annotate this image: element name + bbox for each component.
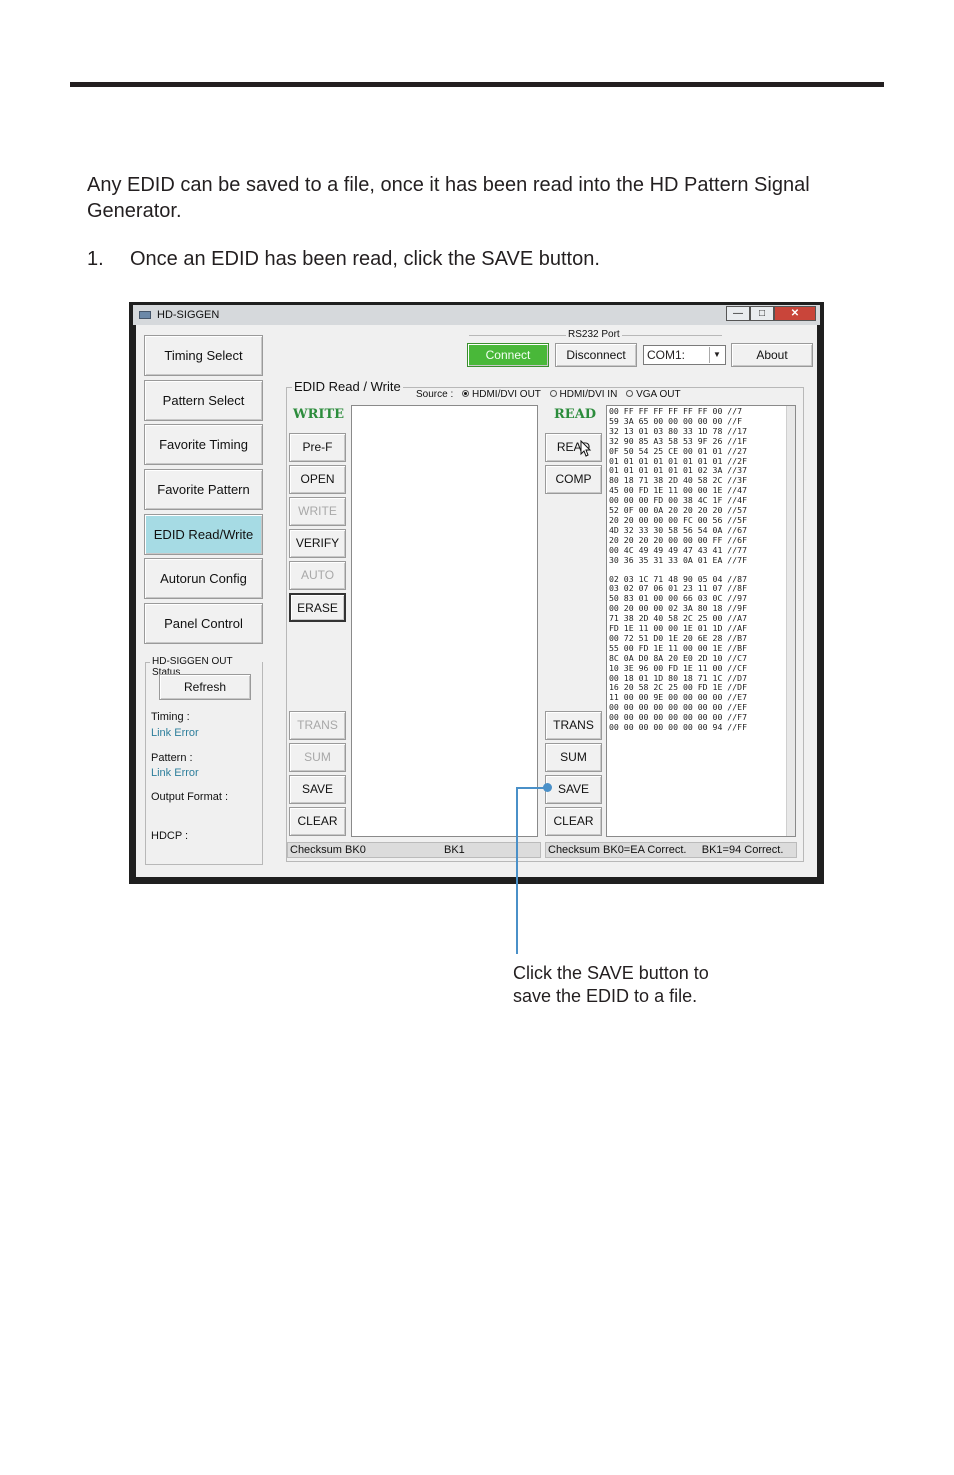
step-1: 1. Once an EDID has been read, click the … xyxy=(87,246,600,272)
step-text: Once an EDID has been read, click the SA… xyxy=(130,248,600,270)
step-number: 1. xyxy=(87,248,104,270)
connect-button[interactable]: Connect xyxy=(467,343,549,367)
source-option-vga-out[interactable]: VGA OUT xyxy=(636,389,680,400)
read-checksum-strip: Checksum BK0=EA Correct. BK1=94 Correct. xyxy=(545,842,797,858)
output-format-label: Output Format : xyxy=(151,791,229,803)
timing-label: Timing : xyxy=(151,711,190,723)
auto-button[interactable]: AUTO xyxy=(289,561,346,590)
nav-timing-select[interactable]: Timing Select xyxy=(144,335,263,376)
read-clear-button[interactable]: CLEAR xyxy=(545,807,602,836)
about-button[interactable]: About xyxy=(731,343,813,367)
close-button[interactable]: ✕ xyxy=(774,306,816,321)
open-button[interactable]: OPEN xyxy=(289,465,346,494)
mouse-cursor-icon xyxy=(580,440,592,457)
nav-favorite-pattern[interactable]: Favorite Pattern xyxy=(144,469,263,510)
read-heading: READ xyxy=(554,407,597,422)
nav-panel-control[interactable]: Panel Control xyxy=(144,603,263,644)
refresh-button[interactable]: Refresh xyxy=(159,674,251,700)
write-checksum-strip: Checksum BK0 BK1 xyxy=(287,842,541,858)
com-port-select[interactable]: COM1: ▼ xyxy=(643,345,726,365)
nav-autorun-config[interactable]: Autorun Config xyxy=(144,558,263,599)
read-save-button[interactable]: SAVE xyxy=(545,775,602,804)
callout-line-vertical xyxy=(516,787,518,954)
nav-pattern-select[interactable]: Pattern Select xyxy=(144,380,263,421)
hex-line: 30 36 35 31 33 0A 01 EA //7F xyxy=(609,554,748,565)
rs232-title: RS232 Port xyxy=(566,329,622,340)
write-button[interactable]: WRITE xyxy=(289,497,346,526)
nav-edid-read-write[interactable]: EDID Read/Write xyxy=(144,514,263,555)
hex-block-0: 00 FF FF FF FF FF FF 00 //7 59 3A 65 00 0… xyxy=(609,406,795,566)
maximize-button[interactable]: □ xyxy=(750,306,774,321)
window-title: HD-SIGGEN xyxy=(157,309,220,321)
comp-button[interactable]: COMP xyxy=(545,465,602,494)
write-edid-editor[interactable] xyxy=(351,405,538,837)
write-checksum-bk0: Checksum BK0 xyxy=(290,844,366,856)
callout-text: Click the SAVE button to save the EDID t… xyxy=(513,963,709,1006)
read-trans-button[interactable]: TRANS xyxy=(545,711,602,740)
write-trans-button[interactable]: TRANS xyxy=(289,711,346,740)
disconnect-button[interactable]: Disconnect xyxy=(555,343,637,367)
read-checksum-text: Checksum BK0=EA Correct. BK1=94 Correct. xyxy=(548,844,784,856)
hex-block-1: 02 03 1C 71 48 90 05 04 //87 03 02 07 06 … xyxy=(609,574,795,734)
source-option-hdmi-in[interactable]: HDMI/DVI IN xyxy=(560,389,618,400)
source-label: Source : xyxy=(416,389,454,400)
erase-button[interactable]: ERASE xyxy=(289,593,346,622)
pre-f-button[interactable]: Pre-F xyxy=(289,433,346,462)
pattern-label: Pattern : xyxy=(151,752,193,764)
write-heading: WRITE xyxy=(293,407,345,422)
write-clear-button[interactable]: CLEAR xyxy=(289,807,346,836)
read-edid-hex-view[interactable]: 00 FF FF FF FF FF FF 00 //7 59 3A 65 00 0… xyxy=(606,405,796,837)
intro-paragraph: Any EDID can be saved to a file, once it… xyxy=(87,174,810,222)
nav-favorite-timing[interactable]: Favorite Timing xyxy=(144,424,263,465)
status-group: HD-SIGGEN OUT Status Refresh Timing : Li… xyxy=(145,656,263,865)
source-radio-hdmi-in[interactable] xyxy=(549,389,557,397)
window-client-area: Timing Select Pattern Select Favorite Ti… xyxy=(136,325,817,877)
com-port-value: COM1: xyxy=(647,348,686,362)
write-save-button[interactable]: SAVE xyxy=(289,775,346,804)
app-icon xyxy=(139,311,151,319)
minimize-button[interactable]: — xyxy=(726,306,750,321)
app-window: HD-SIGGEN — □ ✕ Timing Select Pattern Se… xyxy=(129,302,824,884)
hex-scrollbar[interactable] xyxy=(786,406,795,836)
write-checksum-bk1: BK1 xyxy=(444,844,465,856)
verify-button[interactable]: VERIFY xyxy=(289,529,346,558)
timing-value: Link Error xyxy=(151,727,199,739)
callout-line-horizontal xyxy=(526,787,547,789)
chevron-down-icon[interactable]: ▼ xyxy=(709,347,724,363)
title-bar: HD-SIGGEN — □ ✕ xyxy=(133,305,820,325)
write-sum-button[interactable]: SUM xyxy=(289,743,346,772)
source-selector: Source : HDMI/DVI OUT HDMI/DVI IN VGA OU… xyxy=(416,389,684,400)
source-option-hdmi-out[interactable]: HDMI/DVI OUT xyxy=(472,389,541,400)
hdcp-label: HDCP : xyxy=(151,830,189,842)
read-button[interactable]: READ xyxy=(545,433,602,462)
header-rule xyxy=(70,82,884,87)
read-sum-button[interactable]: SUM xyxy=(545,743,602,772)
source-radio-vga-out[interactable] xyxy=(626,389,634,397)
edid-group-title: EDID Read / Write xyxy=(292,379,403,394)
hex-line: 00 00 00 00 00 00 00 94 //FF xyxy=(609,722,748,733)
source-radio-hdmi-out[interactable] xyxy=(462,389,470,397)
pattern-value: Link Error xyxy=(151,767,199,779)
